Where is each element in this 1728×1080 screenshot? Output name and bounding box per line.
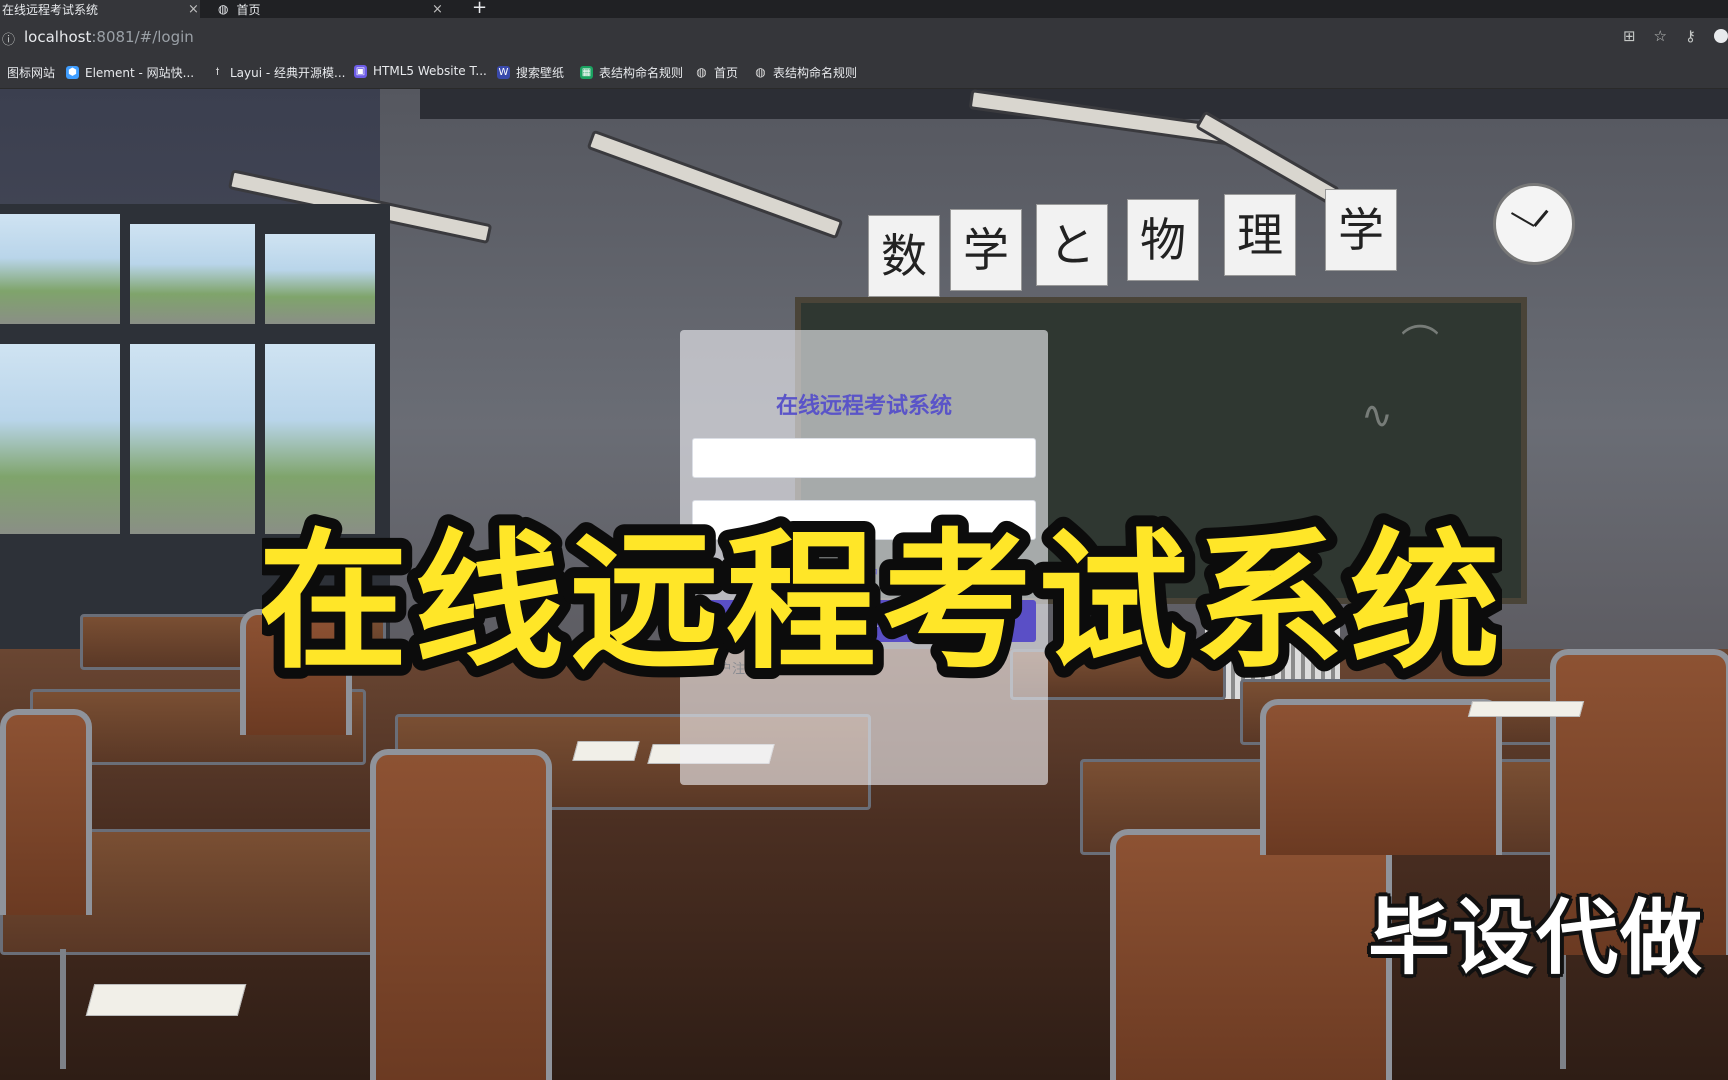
page-viewport: ⌒ ∿ 数 学 と 物 理 学 在线远程考试系统 角色 管理员 用户 老师 登录…	[0, 89, 1728, 1080]
wall-character: と	[1036, 204, 1108, 286]
bookmark-label: Element - 网站快...	[85, 66, 195, 80]
bookmark-item[interactable]: ◍ 表结构命名规则	[754, 64, 857, 81]
bookmark-label: 表结构命名规则	[773, 66, 858, 80]
translate-icon[interactable]: ⊞	[1623, 27, 1636, 45]
url-path: :8081/#/login	[91, 28, 194, 46]
html5-icon: ▣	[354, 64, 367, 78]
window-pane	[0, 214, 120, 324]
tab-home[interactable]: ◍ 首页 ×	[218, 0, 448, 18]
bookmark-item[interactable]: ꝉ Layui - 经典开源模...	[211, 64, 345, 81]
wall-character: 理	[1224, 194, 1296, 276]
tab-title: 首页	[236, 2, 261, 17]
chalk-doodle: ∿	[1361, 393, 1393, 437]
globe-icon: ◍	[696, 65, 707, 79]
book	[85, 984, 247, 1016]
chair	[370, 749, 552, 1080]
bookmark-item[interactable]: 图标网站	[7, 64, 55, 81]
info-icon[interactable]: ⓘ	[2, 29, 15, 48]
tab-title: 在线远程考试系统	[2, 2, 99, 17]
wallpaper-icon: W	[497, 66, 510, 79]
bookmark-item[interactable]: ▣ HTML5 Website T...	[354, 64, 487, 78]
tab-strip: 在线远程考试系统 × ◍ 首页 × +	[0, 0, 1728, 18]
url-text[interactable]: localhost:8081/#/login	[24, 28, 194, 46]
tab-active[interactable]: 在线远程考试系统 ×	[0, 0, 200, 18]
url-host: localhost	[24, 28, 92, 46]
address-bar[interactable]: ⓘ localhost:8081/#/login ⊞ ☆ ⚷	[0, 18, 1728, 58]
wall-clock-icon	[1493, 183, 1575, 265]
main-caption: 在线远程考试系统 在线远程考试系统	[262, 505, 1502, 701]
window-pane	[265, 234, 375, 324]
wall-character: 学	[950, 209, 1022, 291]
bookmark-label: Layui - 经典开源模...	[230, 66, 346, 80]
window-pane	[130, 344, 255, 534]
bookmark-label: 搜索壁纸	[516, 66, 565, 80]
bookmark-item[interactable]: ◍ 首页	[695, 64, 738, 81]
window-pane	[0, 344, 120, 534]
layui-logo-icon: ꝉ	[215, 67, 220, 78]
close-tab-icon[interactable]: ×	[432, 2, 443, 17]
bookmark-label: HTML5 Website T...	[373, 64, 487, 78]
login-title: 在线远程考试系统	[775, 394, 952, 419]
bookmark-label: 图标网站	[7, 66, 56, 80]
bookmarks-bar: 图标网站 ⬢ Element - 网站快... ꝉ Layui - 经典开源模.…	[0, 58, 1728, 89]
window-pane	[130, 224, 255, 324]
wall-character: 学	[1325, 189, 1397, 271]
chair	[1260, 699, 1502, 855]
key-icon[interactable]: ⚷	[1685, 27, 1696, 45]
address-actions: ⊞ ☆ ⚷	[1623, 27, 1728, 45]
username-input[interactable]	[692, 438, 1036, 478]
chalk-doodle: ⌒	[1401, 322, 1440, 366]
desk-leg	[60, 949, 66, 1069]
new-tab-button[interactable]: +	[472, 0, 487, 18]
sheet-icon: ▦	[580, 66, 593, 79]
element-logo-icon: ⬢	[66, 66, 79, 79]
globe-icon: ◍	[755, 65, 766, 79]
bookmark-item[interactable]: ⬢ Element - 网站快...	[66, 64, 194, 81]
bookmark-item[interactable]: ▦ 表结构命名规则	[580, 64, 683, 81]
wall-character: 物	[1127, 199, 1199, 281]
wall-character: 数	[868, 215, 940, 297]
chair	[0, 709, 92, 915]
globe-icon: ◍	[218, 2, 229, 16]
chair	[1110, 829, 1392, 1080]
close-tab-icon[interactable]: ×	[188, 2, 199, 17]
bookmark-item[interactable]: W 搜索壁纸	[497, 64, 564, 81]
corner-caption: 毕设代做	[1368, 891, 1705, 986]
profile-icon[interactable]	[1714, 29, 1728, 43]
main-caption-text: 在线远程考试系统	[262, 516, 1502, 690]
bookmark-label: 首页	[714, 66, 739, 80]
book	[572, 741, 640, 761]
bookmark-label: 表结构命名规则	[599, 66, 684, 80]
star-icon[interactable]: ☆	[1654, 27, 1667, 45]
